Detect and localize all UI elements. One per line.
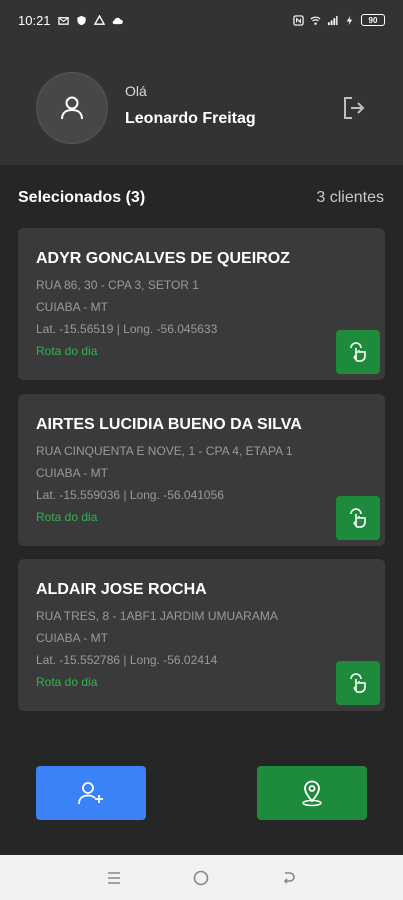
client-count: 3 clientes bbox=[316, 189, 384, 206]
client-coordinates: Lat. -15.56519 | Long. -56.045633 bbox=[36, 322, 218, 336]
client-name: ALDAIR JOSE ROCHA bbox=[36, 581, 207, 598]
client-city: CUIABA - MT bbox=[36, 466, 109, 480]
select-client-button[interactable] bbox=[336, 661, 380, 705]
username: Leonardo Freitag bbox=[125, 110, 256, 127]
menu-icon bbox=[107, 871, 120, 884]
home-nav-button[interactable] bbox=[189, 866, 213, 890]
status-left: 10:21 bbox=[18, 13, 123, 28]
mail-icon bbox=[57, 16, 69, 25]
drive-icon bbox=[93, 14, 105, 25]
shield-icon bbox=[76, 15, 86, 25]
client-coordinates: Lat. -15.552786 | Long. -56.02414 bbox=[36, 653, 218, 667]
select-client-button[interactable] bbox=[336, 496, 380, 540]
touch-icon bbox=[350, 508, 366, 528]
avatar[interactable] bbox=[36, 72, 108, 144]
map-route-button[interactable] bbox=[257, 766, 367, 820]
route-label: Rota do dia bbox=[36, 510, 98, 524]
section-title: Selecionados (3) bbox=[18, 189, 146, 206]
client-address: RUA CINQUENTA E NOVE, 1 - CPA 4, ETAPA 1 bbox=[36, 444, 293, 458]
system-nav-bar bbox=[0, 855, 403, 900]
user-icon bbox=[61, 96, 83, 120]
profile-header: Olá Leonardo Freitag bbox=[0, 40, 403, 165]
greeting-text: Olá bbox=[125, 83, 147, 99]
signal-icon bbox=[327, 15, 338, 25]
client-card[interactable]: AIRTES LUCIDIA BUENO DA SILVA RUA CINQUE… bbox=[18, 394, 385, 546]
client-address: RUA 86, 30 - CPA 3, SETOR 1 bbox=[36, 278, 199, 292]
route-label: Rota do dia bbox=[36, 675, 98, 689]
nfc-icon bbox=[293, 14, 304, 26]
client-city: CUIABA - MT bbox=[36, 300, 109, 314]
wifi-icon bbox=[310, 16, 321, 25]
status-time: 10:21 bbox=[18, 12, 51, 28]
client-card[interactable]: ADYR GONCALVES DE QUEIROZ RUA 86, 30 - C… bbox=[18, 228, 385, 380]
select-client-button[interactable] bbox=[336, 330, 380, 374]
status-right: 90 bbox=[293, 14, 385, 26]
client-city: CUIABA - MT bbox=[36, 631, 109, 645]
client-name: AIRTES LUCIDIA BUENO DA SILVA bbox=[36, 416, 302, 433]
client-card[interactable]: ALDAIR JOSE ROCHA RUA TRES, 8 - 1ABF1 JA… bbox=[18, 559, 385, 711]
back-nav-button[interactable] bbox=[277, 866, 301, 890]
menu-nav-button[interactable] bbox=[102, 866, 126, 890]
logout-button[interactable] bbox=[340, 94, 368, 122]
map-pin-icon bbox=[302, 780, 322, 807]
add-user-icon bbox=[78, 782, 103, 805]
cloud-icon bbox=[112, 17, 123, 24]
touch-icon bbox=[350, 673, 366, 693]
client-address: RUA TRES, 8 - 1ABF1 JARDIM UMUARAMA bbox=[36, 609, 278, 623]
home-circle-icon bbox=[194, 870, 209, 885]
add-client-button[interactable] bbox=[36, 766, 146, 820]
battery-indicator: 90 bbox=[361, 14, 385, 26]
client-name: ADYR GONCALVES DE QUEIROZ bbox=[36, 250, 290, 267]
back-icon bbox=[284, 871, 295, 884]
status-bar: 10:21 90 bbox=[0, 0, 403, 40]
charging-icon bbox=[346, 15, 353, 25]
route-label: Rota do dia bbox=[36, 344, 98, 358]
touch-icon bbox=[350, 342, 366, 362]
logout-icon bbox=[344, 97, 365, 119]
client-coordinates: Lat. -15.559036 | Long. -56.041056 bbox=[36, 488, 224, 502]
